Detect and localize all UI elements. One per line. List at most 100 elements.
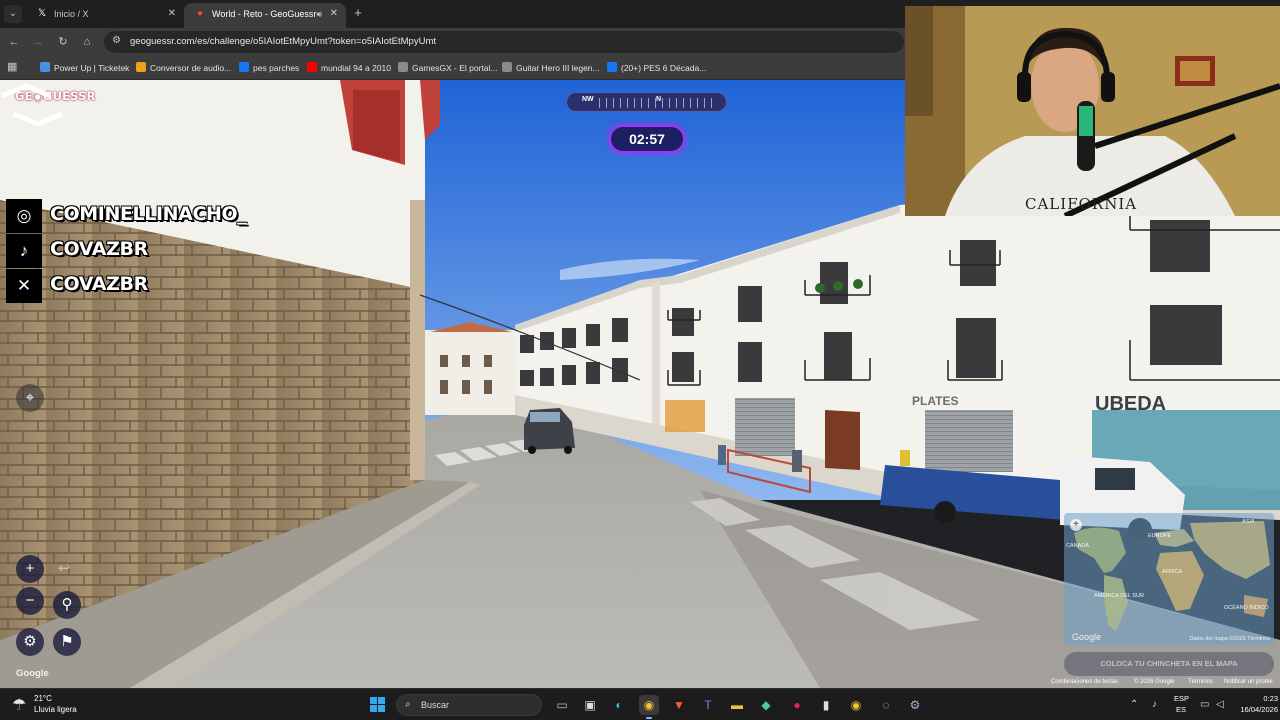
backward-arrow-icon (13, 111, 63, 127)
address-bar[interactable]: ⚙ geoguessr.com/es/challenge/o5IAIotEtMp… (104, 31, 904, 53)
folder-icon[interactable]: ▬ (727, 695, 747, 715)
new-tab-button[interactable]: + (350, 5, 366, 21)
brave-icon[interactable]: ▼ (669, 695, 689, 715)
site-info-icon[interactable]: ⚙ (112, 35, 121, 46)
round-timer: 02:57 (608, 124, 686, 154)
network-icon[interactable]: ▭ (1200, 699, 1209, 710)
shop-sign-secondary: PLATES (912, 394, 958, 408)
taskbar-search[interactable]: ⌕ Buscar (396, 694, 542, 716)
social-x: ✕ COVAZBR (6, 269, 246, 303)
guess-minimap[interactable]: + ASIA EUROPE AFRICA AMÉRICA DEL SUR OCÉ… (1064, 513, 1274, 645)
steam-icon[interactable]: ◌ (876, 695, 896, 715)
flag-button[interactable]: ⚑ (53, 628, 81, 656)
task-view-icon[interactable]: ▭ (552, 695, 572, 715)
map-label: AFRICA (1162, 569, 1183, 575)
apps-grid-icon[interactable]: ▦ (7, 61, 19, 73)
undo-move-icon[interactable]: ↩ (58, 559, 71, 577)
weather-rain-icon[interactable]: ☂ (12, 695, 26, 715)
settings-button[interactable]: ⚙ (16, 628, 44, 656)
location-pin-icon: ⌖ (25, 389, 35, 406)
map-label: AMÉRICA DEL SUR (1094, 593, 1144, 599)
settings-icon[interactable]: ⚙ (905, 695, 925, 715)
bookmark-item[interactable]: GamesGX - El portal... (398, 60, 498, 76)
microphone-icon[interactable]: ♪ (1152, 699, 1157, 710)
compass-north-label: N (656, 96, 662, 103)
bookmark-icon (502, 62, 512, 72)
close-icon[interactable]: ✕ (168, 3, 176, 25)
bookmark-icon (136, 62, 146, 72)
bookmark-icon (40, 62, 50, 72)
bookmark-icon (398, 62, 408, 72)
keyboard-shortcuts-link[interactable]: Combinaciones de teclas (1051, 679, 1118, 685)
maps-footer: Combinaciones de teclas © 2026 Google Té… (1050, 679, 1280, 688)
zoom-in-button[interactable]: + (16, 555, 44, 583)
app-icon[interactable]: ● (787, 695, 807, 715)
input-language[interactable]: ESP (1174, 694, 1189, 703)
teams-icon[interactable]: T (698, 695, 718, 715)
search-placeholder: Buscar (421, 700, 450, 710)
close-icon[interactable]: ✕ (330, 3, 338, 25)
chrome-icon[interactable]: ◉ (846, 695, 866, 715)
flag-icon: ⚑ (60, 633, 74, 650)
bookmark-item[interactable]: pes parches (239, 60, 299, 76)
shop-sign: UBEDA (1095, 393, 1166, 415)
tab-title: Inicio / X (54, 9, 89, 19)
tab-geoguessr[interactable]: ● World - Reto - GeoGuessr 🔊︎ ✕ (184, 3, 346, 28)
tray-chevron-icon[interactable]: ⌃ (1130, 699, 1138, 710)
search-icon: ⌕ (405, 699, 411, 710)
bookmark-item[interactable]: mundial 94 a 2010 (307, 60, 391, 76)
tab-x-home[interactable]: 𝕏 Inicio / X ✕ (26, 3, 184, 28)
map-label: CANADÁ (1066, 543, 1089, 549)
weather-condition: Lluvia ligera (34, 705, 77, 714)
map-label: OCÉANO ÍNDICO (1224, 605, 1269, 611)
terms-link[interactable]: Términos (1188, 679, 1213, 685)
map-label: ASIA (1242, 519, 1255, 525)
windows-taskbar: ☂ 21°C Lluvia ligera ⌕ Buscar ▭ ▣ ◐ ◉ ▼ … (0, 688, 1280, 720)
reload-icon[interactable]: ↻ (55, 34, 71, 50)
minimap-zoom-in-button[interactable]: + (1070, 519, 1082, 531)
bookmark-item[interactable]: Conversor de audio... (136, 60, 231, 76)
geoguessr-pin-icon: ● (196, 8, 204, 19)
bookmark-item[interactable]: (20+) PES 6 Década... (607, 60, 706, 76)
social-tiktok: ♪ COVAZBR (6, 234, 246, 268)
clock-time[interactable]: 0:23 (1238, 694, 1278, 703)
app-icon[interactable]: ◆ (756, 695, 776, 715)
bookmark-item[interactable]: Guitar Hero III legen... (502, 60, 600, 76)
store-icon[interactable]: ▣ (580, 695, 600, 715)
zoom-out-button[interactable]: − (16, 587, 44, 615)
map-attribution: Datos del mapa ©2026 Términos (1189, 636, 1270, 642)
forward-arrow-icon[interactable]: → (30, 34, 46, 50)
gear-icon: ⚙ (23, 633, 37, 650)
checkpoint-button[interactable]: ⚲ (53, 591, 81, 619)
start-button[interactable] (370, 697, 386, 713)
home-icon[interactable]: ⌂ (79, 34, 95, 50)
speaker-icon[interactable]: 🔊︎ (316, 3, 322, 25)
back-arrow-icon[interactable]: ← (6, 34, 22, 50)
volume-icon[interactable]: ◁ (1216, 699, 1224, 710)
youtube-icon (307, 62, 317, 72)
chrome-icon[interactable]: ◉ (639, 695, 659, 719)
keyboard-layout[interactable]: ES (1176, 705, 1186, 714)
webcam-overlay: CALIFORNIA (905, 6, 1280, 216)
weather-temperature: 21°C (34, 694, 52, 703)
place-pin-button[interactable]: COLOCA TU CHINCHETA EN EL MAPA (1064, 652, 1274, 676)
forward-arrow-icon (1, 83, 51, 99)
terminal-icon[interactable]: ▮ (816, 695, 836, 715)
google-watermark: Google (1072, 632, 1102, 642)
copyright-text: © 2026 Google (1134, 679, 1175, 685)
social-handle: COVAZBR (50, 273, 148, 295)
return-to-start-button[interactable]: ⌖ (16, 384, 44, 412)
facebook-icon (239, 62, 249, 72)
tiktok-icon: ♪ (6, 234, 42, 268)
move-arrows[interactable] (0, 80, 70, 130)
google-watermark: Google (16, 668, 49, 679)
map-label: EUROPE (1148, 533, 1172, 539)
clock-date[interactable]: 16/04/2026 (1238, 705, 1278, 714)
report-problem-link[interactable]: Notificar un proble (1224, 679, 1273, 685)
tab-search-button[interactable]: ⌄ (4, 5, 22, 23)
bookmark-item[interactable]: Power Up | Ticketek (40, 60, 129, 76)
compass-nw-label: NW (582, 96, 594, 103)
edge-icon[interactable]: ◐ (609, 695, 629, 715)
streamer-webcam-image: CALIFORNIA (905, 6, 1280, 216)
svg-text:CALIFORNIA: CALIFORNIA (1025, 195, 1137, 213)
